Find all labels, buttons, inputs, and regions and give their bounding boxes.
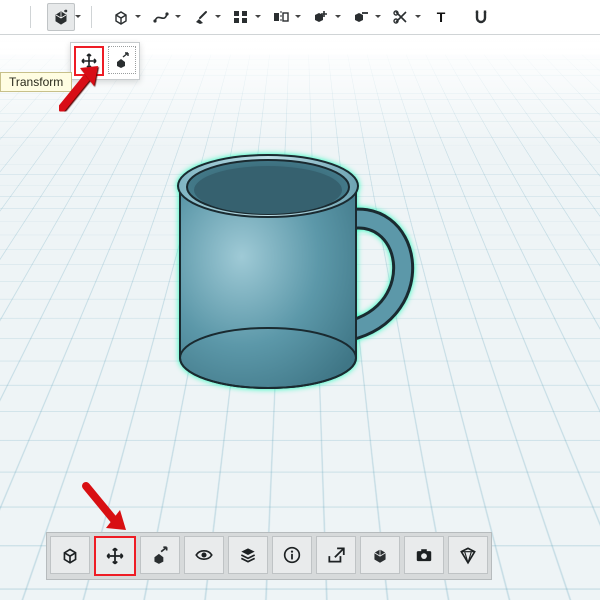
scale-tool-button[interactable] bbox=[108, 46, 136, 74]
sketch-curve-button[interactable] bbox=[148, 4, 174, 30]
eye-icon bbox=[194, 545, 214, 565]
export-button[interactable] bbox=[316, 536, 356, 574]
cut-button[interactable] bbox=[388, 4, 414, 30]
text-icon: T bbox=[432, 8, 450, 26]
primitive-solid-button[interactable] bbox=[108, 4, 134, 30]
text-tool-button[interactable]: T bbox=[428, 4, 454, 30]
scale-tool-button-bottom[interactable] bbox=[140, 536, 180, 574]
visibility-button[interactable] bbox=[184, 536, 224, 574]
fit-view-button[interactable] bbox=[50, 536, 90, 574]
cube-plus-icon bbox=[312, 8, 330, 26]
diamond-down-icon bbox=[458, 545, 478, 565]
move-tool-button-bottom[interactable] bbox=[94, 536, 136, 576]
toolbar-divider bbox=[91, 6, 92, 28]
boolean-add-button[interactable] bbox=[308, 4, 334, 30]
snap-button[interactable] bbox=[468, 4, 494, 30]
screenshot-button[interactable] bbox=[404, 536, 444, 574]
paint-button[interactable] bbox=[188, 4, 214, 30]
move-arrows-icon bbox=[105, 546, 125, 566]
cube-icon bbox=[112, 8, 130, 26]
magnet-icon bbox=[472, 8, 490, 26]
array-copy-button[interactable] bbox=[228, 4, 254, 30]
cube-move-icon bbox=[52, 8, 70, 26]
move-arrows-icon bbox=[80, 52, 98, 70]
layers-button[interactable] bbox=[228, 536, 268, 574]
mirror-icon bbox=[272, 8, 290, 26]
main-toolbar: T bbox=[0, 0, 600, 35]
transform-sub-toolbar bbox=[70, 42, 140, 80]
mirror-button[interactable] bbox=[268, 4, 294, 30]
brush-icon bbox=[192, 8, 210, 26]
render-button[interactable] bbox=[448, 536, 488, 574]
transform-group-button[interactable] bbox=[47, 3, 75, 31]
info-icon bbox=[282, 545, 302, 565]
layers-icon bbox=[238, 545, 258, 565]
cube-outline-icon bbox=[60, 545, 80, 565]
scissors-icon bbox=[392, 8, 410, 26]
scale-icon bbox=[113, 51, 131, 69]
solid-cube-icon bbox=[370, 545, 390, 565]
info-button[interactable] bbox=[272, 536, 312, 574]
boolean-subtract-button[interactable] bbox=[348, 4, 374, 30]
cube-array-icon bbox=[232, 8, 250, 26]
bottom-toolbar bbox=[46, 532, 492, 580]
curve-icon bbox=[152, 8, 170, 26]
tooltip-transform: Transform bbox=[0, 72, 72, 92]
svg-text:T: T bbox=[437, 9, 446, 25]
solid-shading-button[interactable] bbox=[360, 536, 400, 574]
3d-viewport[interactable] bbox=[0, 34, 600, 600]
cube-minus-icon bbox=[352, 8, 370, 26]
scale-icon bbox=[150, 545, 170, 565]
model-mug[interactable] bbox=[150, 126, 440, 426]
share-icon bbox=[326, 545, 346, 565]
camera-icon bbox=[414, 545, 434, 565]
toolbar-divider bbox=[30, 6, 31, 28]
move-tool-button[interactable] bbox=[74, 46, 104, 76]
